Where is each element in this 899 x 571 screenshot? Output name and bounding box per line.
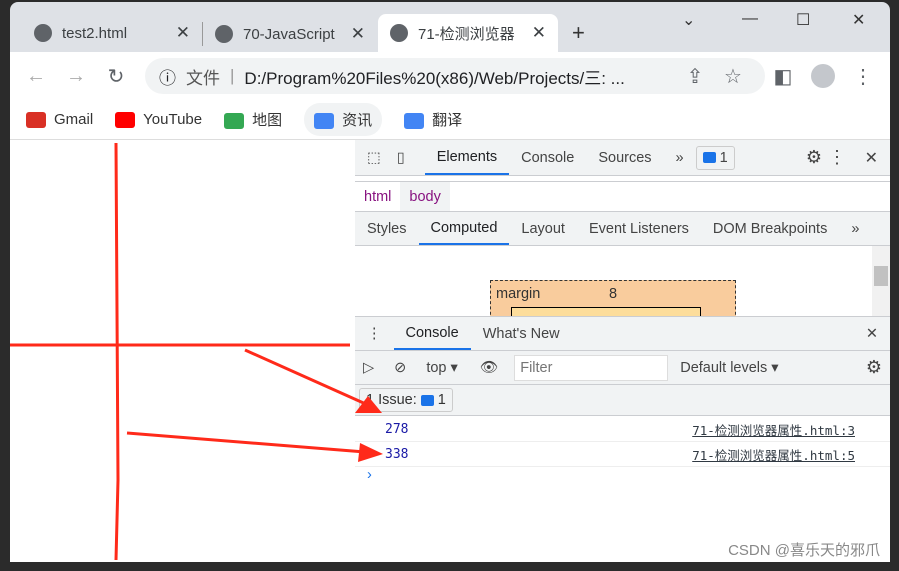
annotation-overlay: [10, 142, 383, 561]
arrowhead: [355, 396, 382, 413]
annotation-vertical-line: [114, 142, 120, 561]
arrowhead: [358, 443, 383, 462]
annotation-arrow: [244, 348, 369, 407]
annotation-arrow: [126, 431, 366, 454]
